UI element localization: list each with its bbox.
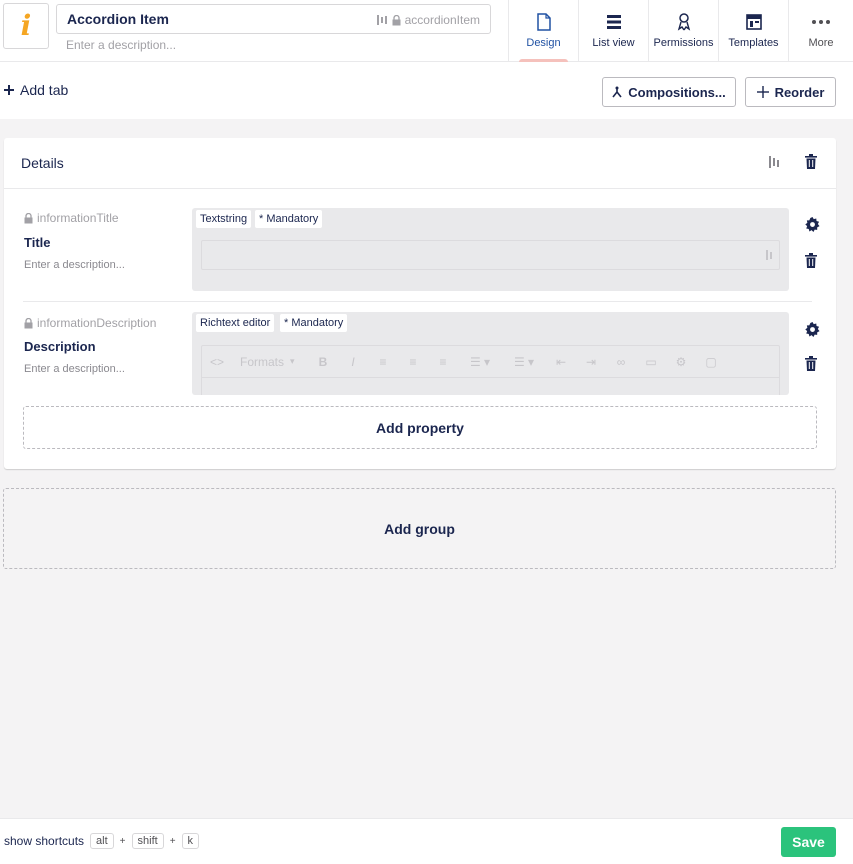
add-group-label: Add group <box>384 520 455 537</box>
nav-templates-label: Templates <box>728 37 779 49</box>
nav-permissions-label: Permissions <box>653 37 714 49</box>
property-group: Details informationTitle Title Enter a d… <box>4 138 836 469</box>
rte-preview: <> Formats ▾ B I ≡ ≡ ≡ ☰ ▾ ☰ ▾ ⇤ ⇥ ∞ ▭ ⚙… <box>201 345 780 395</box>
tabs-toolbar: Add tab Compositions... Reorder <box>0 62 853 119</box>
plus-icon <box>4 85 14 95</box>
reorder-button[interactable]: Reorder <box>745 77 836 107</box>
key-shift: shift <box>131 833 164 849</box>
nav-design[interactable]: Design <box>508 0 578 62</box>
lock-icon <box>24 317 33 328</box>
bullet-list-icon: ☰ ▾ <box>469 354 491 369</box>
property-label[interactable]: Description <box>24 339 96 354</box>
footer-bar: show shortcuts alt + shift + k Save <box>0 818 853 864</box>
show-shortcuts-label: show shortcuts <box>4 834 85 848</box>
nav-more[interactable]: More <box>788 0 853 62</box>
move-icon <box>756 86 769 98</box>
chevron-down-icon: ▾ <box>290 356 295 366</box>
name-value: Accordion Item <box>67 11 169 27</box>
bold-icon: B <box>318 354 328 369</box>
delete-property-icon[interactable] <box>805 356 817 374</box>
editor-type-tag: Textstring <box>196 210 252 228</box>
property-alias-text: informationDescription <box>37 316 157 330</box>
align-right-icon: ≡ <box>439 354 447 369</box>
alias-icon <box>376 15 387 25</box>
plus-separator: + <box>169 835 176 847</box>
nav-more-label: More <box>808 37 834 49</box>
code-icon: <> <box>209 354 224 369</box>
property-row: informationTitle Title Enter a descripti… <box>4 207 836 301</box>
doctype-icon-picker[interactable]: i <box>3 3 49 49</box>
add-property-button[interactable]: Add property <box>23 406 817 449</box>
settings-gear-icon[interactable] <box>805 217 820 235</box>
rte-formats-label: Formats <box>240 354 285 369</box>
compositions-label: Compositions... <box>628 84 726 100</box>
nav-permissions[interactable]: Permissions <box>648 0 718 62</box>
align-center-icon: ≡ <box>409 354 417 369</box>
compositions-button[interactable]: Compositions... <box>602 77 736 107</box>
editor-header: i Accordion Item accordionItem Enter a d… <box>0 0 853 62</box>
nav-design-label: Design <box>526 37 561 49</box>
settings-gear-icon[interactable] <box>805 322 820 340</box>
property-alias[interactable]: informationDescription <box>24 316 156 330</box>
save-button[interactable]: Save <box>781 827 836 857</box>
align-left-icon: ≡ <box>379 354 387 369</box>
list-icon <box>605 13 623 31</box>
macro-icon: ⚙ <box>675 354 687 369</box>
editor-type-tag: Richtext editor <box>196 314 275 332</box>
lock-icon <box>24 212 33 223</box>
description-field[interactable]: Enter a description... <box>66 38 176 52</box>
property-editor-preview[interactable]: Textstring * Mandatory <box>192 208 789 291</box>
mandatory-tag: * Mandatory <box>255 210 323 228</box>
sub-views-nav: Design List view Permissions Templates M… <box>508 0 853 62</box>
numbered-list-icon: ☰ ▾ <box>513 354 535 369</box>
property-description[interactable]: Enter a description... <box>24 363 125 375</box>
alias-value: accordionItem <box>404 13 480 27</box>
group-header: Details <box>4 138 836 189</box>
more-icon <box>812 13 830 31</box>
key-k: k <box>181 833 200 849</box>
indent-icon: ⇥ <box>585 354 597 369</box>
compositions-icon <box>612 86 622 98</box>
group-alias-icon[interactable] <box>768 155 780 172</box>
info-icon: i <box>20 9 32 42</box>
nav-list-view-label: List view <box>592 37 635 49</box>
lock-icon <box>392 14 401 25</box>
add-property-label: Add property <box>376 419 464 436</box>
nav-list-view[interactable]: List view <box>578 0 648 62</box>
name-field[interactable]: Accordion Item accordionItem <box>56 4 491 34</box>
image-icon: ▭ <box>645 354 657 369</box>
embed-icon: ▢ <box>705 354 717 369</box>
permissions-icon <box>675 13 693 31</box>
alias-field[interactable]: accordionItem <box>376 13 480 27</box>
link-icon: ∞ <box>616 354 626 369</box>
property-label[interactable]: Title <box>24 235 51 250</box>
property-row: informationDescription Description Enter… <box>4 312 836 402</box>
add-tab-label: Add tab <box>20 82 69 98</box>
delete-group-icon[interactable] <box>805 154 817 172</box>
reorder-label: Reorder <box>774 84 825 100</box>
property-divider <box>23 301 812 302</box>
templates-icon <box>745 13 763 31</box>
property-description[interactable]: Enter a description... <box>24 259 125 271</box>
mandatory-tag: * Mandatory <box>280 314 348 332</box>
textstring-preview <box>201 240 780 270</box>
outdent-icon: ⇤ <box>555 354 567 369</box>
key-alt: alt <box>90 833 114 849</box>
italic-icon: I <box>351 354 355 369</box>
property-editor-preview[interactable]: Richtext editor * Mandatory <> Formats ▾… <box>192 312 789 395</box>
property-alias-text: informationTitle <box>37 211 119 225</box>
alias-icon <box>766 250 772 260</box>
document-icon <box>535 13 553 31</box>
shortcuts-hint[interactable]: show shortcuts alt + shift + k <box>4 833 200 849</box>
plus-separator: + <box>119 835 126 847</box>
delete-property-icon[interactable] <box>805 253 817 271</box>
property-alias[interactable]: informationTitle <box>24 211 119 225</box>
rte-toolbar: <> Formats ▾ B I ≡ ≡ ≡ ☰ ▾ ☰ ▾ ⇤ ⇥ ∞ ▭ ⚙… <box>202 346 779 378</box>
add-tab-button[interactable]: Add tab <box>4 82 68 98</box>
add-group-button[interactable]: Add group <box>3 488 836 569</box>
nav-templates[interactable]: Templates <box>718 0 788 62</box>
group-name[interactable]: Details <box>21 155 64 171</box>
